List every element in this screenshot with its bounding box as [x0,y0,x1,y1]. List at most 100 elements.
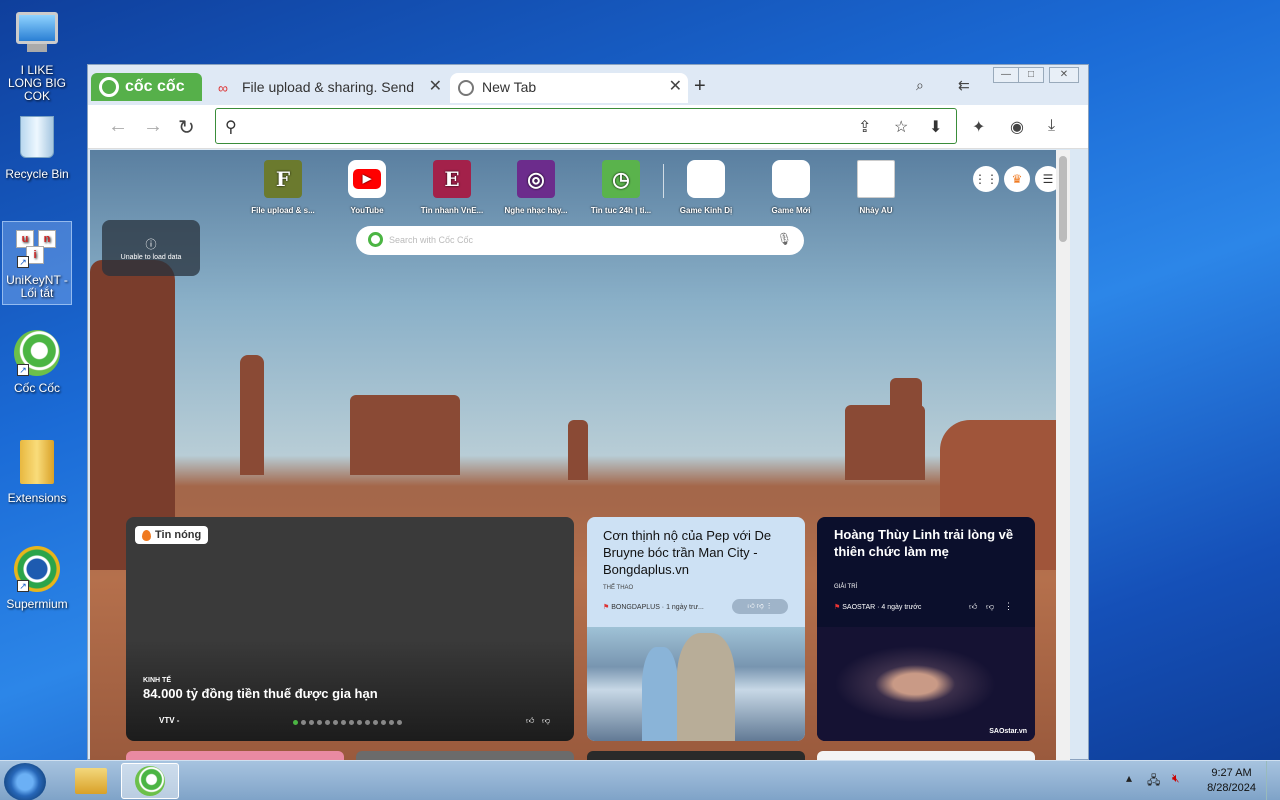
carousel-dot[interactable] [365,720,370,725]
news-actions[interactable]: 👍︎ 👎︎ ⋮ [732,599,788,614]
desktop-icon-recycle-bin[interactable]: Recycle Bin [2,114,72,181]
desktop-icon-supermium[interactable]: ↗ Supermium [2,546,72,611]
speed-dial-game-moi[interactable]: Game Mới [751,160,831,215]
info-icon: ⓘ [145,239,157,251]
page-scrollbar[interactable] [1056,150,1070,761]
thumbs-down-icon[interactable]: 👎︎ [986,602,994,612]
share-icon[interactable]: ⇪ [858,117,871,137]
tab-file-upload[interactable]: ∞ File upload & sharing. Send ✕ [210,73,448,103]
speed-dial-blank-icon [687,160,725,198]
desktop-icon-computer[interactable]: I LIKE LONG BIG COK [2,8,72,103]
carousel-dot[interactable] [357,720,362,725]
carousel-dot[interactable] [293,720,298,725]
rewards-crown-icon[interactable]: ♛ [1004,166,1030,192]
taskbar-explorer[interactable] [62,763,120,799]
reload-button[interactable]: ↻ [178,115,195,140]
news24h-icon: ◷ [602,160,640,198]
address-bar[interactable]: ⚲ ⇪ ☆ ⬇ [215,108,957,144]
volume-muted-icon[interactable]: 🔇︎ [1172,771,1180,786]
thumbs-down-icon[interactable]: 👎︎ [542,716,550,726]
news-card[interactable]: Hoàng Thùy Linh trải lòng về thiên chức … [817,517,1035,741]
microphone-icon[interactable]: 🎙︎ [777,232,792,246]
computer-icon [13,12,61,60]
carousel-dot[interactable] [381,720,386,725]
speed-dial-label: Nhảy AU [859,206,893,215]
speed-dial-news24h[interactable]: ◷ Tin tuc 24h | ti... [581,160,661,215]
coccoc-menu-button[interactable]: cốc cốc [91,73,202,101]
carousel-dot[interactable] [349,720,354,725]
speed-dial-nhay-au[interactable]: Nhảy AU [836,160,916,215]
hot-news-card[interactable]: Tin nóng KINH TẾ 84.000 tỷ đồng tiền thu… [126,517,574,741]
more-options-icon[interactable]: ⋮ [766,603,773,610]
show-desktop-button[interactable] [1266,761,1280,800]
thumbs-up-icon[interactable]: 👍︎ [526,716,534,726]
back-button[interactable]: ← [108,115,128,138]
desktop-icon-coccoc[interactable]: ↗ Cốc Cốc [2,330,72,395]
scrollbar-thumb[interactable] [1059,156,1067,242]
news-source-label: BONGDAPLUS · 1 ngày trư... [611,604,704,611]
carousel-dot[interactable] [317,720,322,725]
desktop-icon-label: UniKeyNT - Lối tắt [6,273,68,300]
newtab-search-box[interactable]: Search with Cốc Cốc 🎙︎ [356,226,804,255]
carousel-dot[interactable] [341,720,346,725]
coccoc-logo-icon [135,766,165,796]
more-options-icon[interactable]: ⋮ [1004,601,1013,612]
news-source-label: SAOSTAR · 4 ngày trước [842,604,922,611]
carousel-dot[interactable] [373,720,378,725]
tab-new-tab[interactable]: New Tab ✕ [450,73,688,103]
carousel-dot[interactable] [389,720,394,725]
carousel-dot[interactable] [325,720,330,725]
desktop-icon-label: Cốc Cốc [13,381,60,395]
desktop-icon-extensions[interactable]: Extensions [2,438,72,505]
downloads-icon[interactable]: ⤓ [1048,117,1055,135]
new-tab-button[interactable]: + [694,75,706,98]
extensions-icon[interactable]: ✦ [972,117,985,137]
news-card[interactable]: Cơn thịnh nộ của Pep với De Bruyne bóc t… [587,517,805,741]
show-hidden-icons[interactable]: ▴ [1126,771,1132,785]
save-page-icon[interactable]: ⬇ [929,117,942,137]
carousel-dot[interactable] [397,720,402,725]
news-title: Hoàng Thùy Linh trải lòng về thiên chức … [834,527,1014,559]
close-window-button[interactable]: ✕ [1049,67,1079,83]
maximize-button[interactable]: □ [1018,67,1044,83]
speed-dial-label: Tin nhanh VnE... [420,206,484,215]
bookmark-star-icon[interactable]: ☆ [894,117,908,137]
address-input[interactable] [250,117,810,137]
desktop-icon-unikey[interactable]: uni ↗ UniKeyNT - Lối tắt [2,221,72,305]
thumbs-up-icon[interactable]: 👍︎ [969,602,977,612]
news-source: ⚑ BONGDAPLUS · 1 ngày trư... [603,603,704,611]
apps-grid-icon[interactable]: ⋮⋮ [973,166,999,192]
system-clock[interactable]: 9:27 AM 8/28/2024 [1207,766,1256,796]
carousel-dot[interactable] [301,720,306,725]
close-tab-icon[interactable]: ✕ [424,73,442,101]
carousel-dot[interactable] [333,720,338,725]
rock-formation [568,420,588,480]
network-icon[interactable]: 🖧︎ [1147,771,1160,792]
speed-dial-label: Game Kinh Dị [679,206,733,215]
speed-dial-file-upload[interactable]: F File upload & s... [243,160,323,215]
thumbs-down-icon[interactable]: 👎︎ [757,603,764,610]
minimize-button[interactable]: — [993,67,1019,83]
speed-dial-game-kinh-di[interactable]: Game Kinh Dị [666,160,746,215]
tab-search-icon[interactable]: ⌕ [916,77,924,94]
coccoc-tab-icon [458,80,474,96]
profile-icon[interactable]: ◉ [1010,117,1024,137]
taskbar-coccoc[interactable] [121,763,179,799]
close-tab-icon[interactable]: ✕ [669,73,682,101]
speed-dial-music[interactable]: ◎ Nghe nhạc hay... [496,160,576,215]
carousel-dots[interactable] [293,720,402,725]
news-category: THỂ THAO [603,585,634,591]
speed-dial-vnexpress[interactable]: E Tin nhanh VnE... [412,160,492,215]
coccoc-search-icon [368,232,383,247]
forward-button[interactable]: → [143,115,163,138]
news-source: ⚑ SAOSTAR · 4 ngày trước [834,603,921,611]
desktop-icon-label: I LIKE LONG BIG COK [7,63,66,103]
start-button[interactable] [4,763,46,800]
weather-widget[interactable]: ⓘ Unable to load data [102,220,200,276]
tab-title: New Tab [482,79,537,95]
speed-dial-youtube[interactable]: ▶ YouTube [327,160,407,215]
sidebar-toggle-icon[interactable]: ⇇ [958,77,970,94]
carousel-dot[interactable] [309,720,314,725]
thumbs-up-icon[interactable]: 👍︎ [747,603,754,610]
speed-dial-divider [663,164,664,198]
